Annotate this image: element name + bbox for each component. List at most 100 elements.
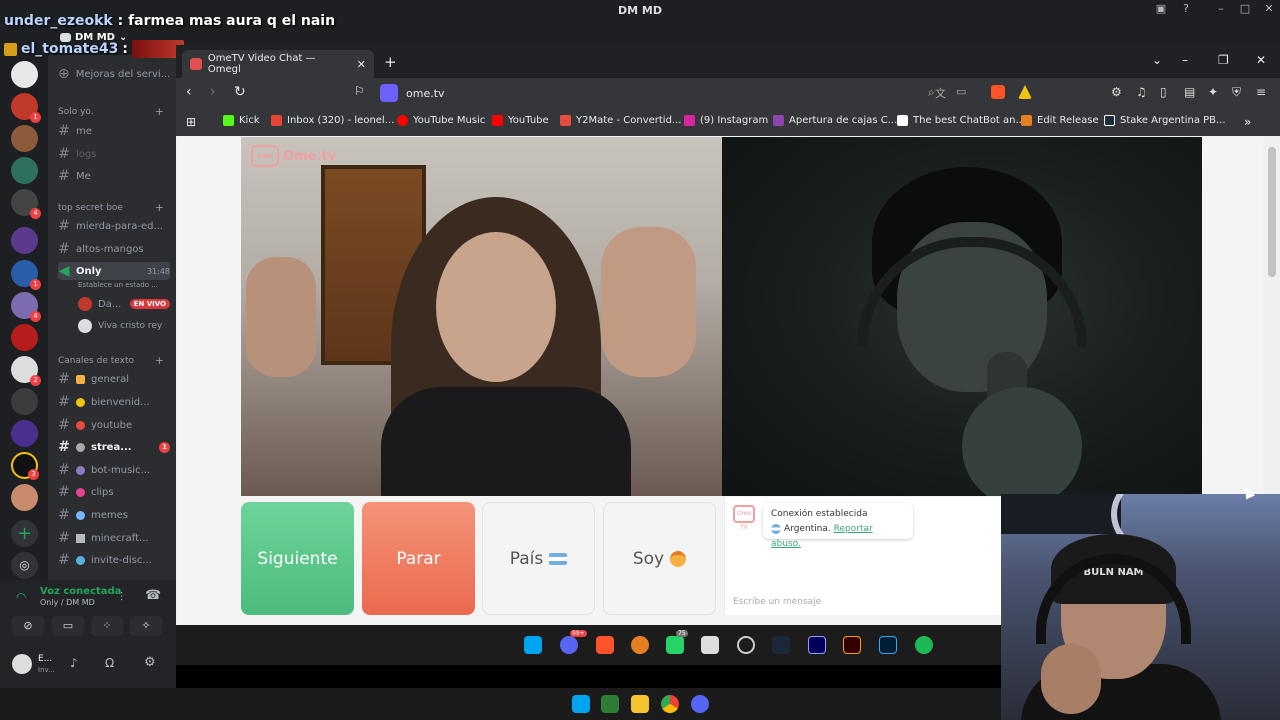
leo-icon[interactable]: ✦ <box>1208 85 1222 99</box>
bookmark-edit-release[interactable]: Edit Release <box>1021 115 1099 126</box>
bookmark-gmail[interactable]: Inbox (320) - leonel... <box>271 115 394 126</box>
steam-icon[interactable] <box>772 636 790 654</box>
add-server-icon[interactable]: + <box>11 520 38 547</box>
channel-youtube[interactable]: # youtube <box>58 416 170 434</box>
bookmark-cajas[interactable]: Apertura de cajas C... <box>773 115 897 126</box>
brave-shields-icon[interactable] <box>991 85 1005 99</box>
tab-search-icon[interactable]: ⌄ <box>1152 53 1162 67</box>
category-solo[interactable]: Solo yo. <box>58 107 94 117</box>
mic-icon[interactable]: ♪ <box>70 656 78 670</box>
disconnect-icon[interactable]: ☎ <box>145 588 161 603</box>
inbox-icon[interactable]: ▣ <box>1150 2 1172 20</box>
menu-icon[interactable]: ≡ <box>1256 85 1270 99</box>
bookmark-y2mate[interactable]: Y2Mate - Convertid... <box>560 115 681 126</box>
channel-minecraft[interactable]: # minecraft... <box>58 529 170 547</box>
settings-gear-icon[interactable]: ⚙ <box>144 655 156 670</box>
add-channel-icon[interactable]: + <box>155 105 164 118</box>
media-icon[interactable]: ♫ <box>1136 85 1150 99</box>
server-icon[interactable] <box>11 157 38 184</box>
channel-memes[interactable]: # memes <box>58 506 170 524</box>
file-explorer-icon[interactable] <box>631 695 649 713</box>
extensions-icon[interactable]: ⚙ <box>1111 85 1125 99</box>
restore-icon[interactable]: ❐ <box>1218 53 1229 67</box>
server-icon[interactable]: 1 <box>11 93 41 123</box>
discord-icon[interactable]: 99+ <box>560 630 587 654</box>
minimize-icon[interactable]: – <box>1210 2 1232 20</box>
channel-me[interactable]: # me <box>58 122 170 140</box>
channel-me-2[interactable]: # Me <box>58 167 170 185</box>
channel-streams[interactable]: # strea... 1 <box>58 438 170 456</box>
gender-button[interactable]: Soy <box>603 502 716 615</box>
vpn-icon[interactable]: ⛨ <box>1232 85 1246 99</box>
new-tab-icon[interactable]: + <box>384 53 397 71</box>
close-tab-icon[interactable]: ✕ <box>357 58 366 71</box>
photoshop-icon[interactable] <box>879 636 897 654</box>
channel-general[interactable]: # general <box>58 370 170 388</box>
chrome-icon[interactable] <box>661 695 679 713</box>
country-button[interactable]: País <box>482 502 595 615</box>
bookmark-chatbot[interactable]: The best ChatBot an... <box>897 115 1025 126</box>
bookmark-stake[interactable]: Stake Argentina PB... <box>1104 115 1226 126</box>
bookmark-icon[interactable]: ⚐ <box>354 84 365 98</box>
add-channel-icon[interactable]: + <box>155 201 164 214</box>
channel-bot-music[interactable]: # bot-music... <box>58 461 170 479</box>
stop-button[interactable]: Parar <box>362 502 475 615</box>
xbox-icon[interactable] <box>601 695 619 713</box>
bookmark-instagram[interactable]: (9) Instagram <box>684 115 768 126</box>
wallet-icon[interactable]: ▤ <box>1184 85 1198 99</box>
voice-channel-only[interactable]: ◀ Only 31:48 <box>58 262 170 280</box>
close-icon[interactable]: ✕ <box>1256 53 1266 67</box>
zoom-icon[interactable]: ⌕ <box>928 85 942 99</box>
noise-suppression-icon[interactable]: ⫶ <box>120 590 123 605</box>
server-folder-icon[interactable] <box>11 227 38 254</box>
discord-icon[interactable] <box>691 695 709 713</box>
server-icon[interactable] <box>11 61 38 88</box>
windows-start-icon[interactable] <box>524 636 542 654</box>
soundboard-button[interactable]: ✧ <box>130 616 162 636</box>
server-icon[interactable]: 3 <box>11 452 39 480</box>
apps-icon[interactable]: ⊞ <box>186 115 196 129</box>
discover-icon[interactable]: ◎ <box>11 552 38 579</box>
channel-mierda[interactable]: # mierda-para-ed... <box>58 217 170 235</box>
maximize-icon[interactable]: □ <box>1234 2 1256 20</box>
spotify-icon[interactable] <box>915 636 933 654</box>
channel-bienvenida[interactable]: # bienvenid... <box>58 393 170 411</box>
obs-icon[interactable] <box>737 636 755 654</box>
whatsapp-icon[interactable]: 75 <box>666 630 688 654</box>
screen-share-button[interactable]: ▭ <box>52 616 84 636</box>
illustrator-icon[interactable] <box>843 636 861 654</box>
add-channel-icon[interactable]: + <box>155 354 164 367</box>
channel-server-guide[interactable]: ⊕ Mejoras del servi... <box>58 65 170 83</box>
channel-altos-mangos[interactable]: # altos-mangos <box>58 240 170 258</box>
app-icon[interactable] <box>631 636 649 654</box>
channel-clips[interactable]: # clips <box>58 483 170 501</box>
server-icon[interactable] <box>11 388 38 415</box>
server-icon[interactable] <box>11 420 38 447</box>
server-icon[interactable] <box>11 484 38 511</box>
help-icon[interactable]: ? <box>1175 2 1197 20</box>
back-icon[interactable]: ‹ <box>186 84 192 100</box>
server-icon[interactable]: 1 <box>11 260 41 290</box>
avatar[interactable] <box>12 654 32 674</box>
category-secret[interactable]: top secret boe <box>58 203 123 213</box>
channel-invite[interactable]: # invite-disc... <box>58 551 170 569</box>
bookmark-kick[interactable]: Kick <box>223 115 260 126</box>
headphones-icon[interactable]: Ω <box>105 656 114 670</box>
tab-ometv[interactable]: OmeTV Video Chat — Omegl ✕ <box>182 50 374 78</box>
next-button[interactable]: Siguiente <box>241 502 354 615</box>
server-icon[interactable]: 4 <box>11 292 41 322</box>
windows-start-icon[interactable] <box>572 695 590 713</box>
brave-icon[interactable] <box>596 636 614 654</box>
minimize-icon[interactable]: – <box>1182 53 1188 67</box>
server-header[interactable]: DM MD ⌄ <box>60 32 127 43</box>
message-input[interactable]: Escribe un mensaje <box>733 597 821 607</box>
sidebar-icon[interactable]: ▯ <box>1160 85 1174 99</box>
voice-user[interactable]: Viva cristo rey <box>78 317 170 335</box>
voice-location[interactable]: Only / DM MD <box>40 598 95 607</box>
server-icon[interactable] <box>11 324 38 351</box>
more-bookmarks-icon[interactable]: » <box>1244 115 1251 129</box>
server-icon[interactable]: 2 <box>11 356 41 386</box>
server-icon[interactable]: 4 <box>11 189 41 219</box>
app-icon[interactable] <box>701 636 719 654</box>
reload-icon[interactable]: ↻ <box>234 84 246 100</box>
